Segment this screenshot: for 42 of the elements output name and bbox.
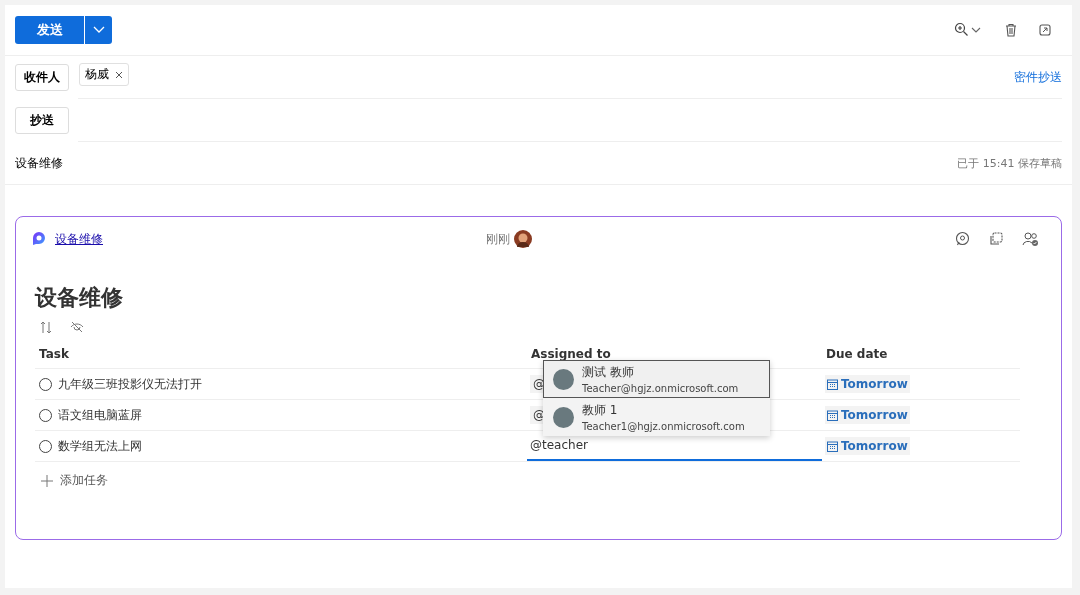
avatar-icon — [553, 406, 574, 428]
recipient-chip[interactable]: 杨威 — [79, 63, 129, 86]
avatar-icon — [513, 230, 532, 248]
sort-icon[interactable] — [40, 321, 52, 334]
due-date-chip[interactable]: Tomorrow — [825, 406, 910, 424]
task-text[interactable]: 数学组无法上网 — [58, 437, 142, 455]
calendar-icon — [827, 378, 838, 390]
cc-button[interactable]: 抄送 — [15, 106, 69, 134]
bcc-link[interactable]: 密件抄送 — [1014, 68, 1062, 86]
suggestion-item[interactable]: 测试 教师 Teacher@hgjz.onmicrosoft.com — [543, 360, 770, 398]
to-button[interactable]: 收件人 — [15, 63, 69, 91]
plus-icon — [41, 474, 53, 487]
calendar-icon — [827, 409, 838, 421]
due-date-chip[interactable]: Tomorrow — [825, 437, 910, 455]
calendar-icon — [827, 440, 838, 452]
suggestion-name: 测试 教师 — [582, 364, 635, 381]
send-button[interactable]: 发送 — [15, 16, 84, 44]
trash-icon[interactable] — [1004, 23, 1018, 37]
hide-icon[interactable] — [70, 321, 84, 333]
avatar-icon — [553, 368, 574, 390]
loop-logo-icon — [31, 231, 47, 247]
due-date-chip[interactable]: Tomorrow — [825, 375, 910, 393]
suggestion-email: Teacher1@hgjz.onmicrosoft.com — [582, 421, 745, 432]
save-status: 已于 15:41 保存草稿 — [957, 155, 1062, 171]
subject-field[interactable]: 设备维修 — [15, 154, 63, 172]
copy-icon[interactable] — [988, 231, 1004, 247]
list-title: 设备维修 — [35, 284, 124, 312]
edit-time: 刚刚 — [485, 230, 510, 248]
task-text[interactable]: 九年级三班投影仪无法打开 — [58, 375, 202, 393]
add-task-button[interactable]: 添加任务 — [35, 462, 114, 499]
suggestion-name: 教师 1 — [582, 402, 619, 419]
pop-out-icon[interactable] — [1038, 23, 1052, 37]
column-header: Task — [38, 347, 70, 361]
task-text[interactable]: 语文组电脑蓝屏 — [58, 406, 142, 424]
people-check-icon[interactable] — [1022, 231, 1039, 247]
column-header: Assigned to — [530, 347, 612, 361]
close-icon[interactable] — [115, 70, 123, 79]
chevron-down-icon — [92, 26, 105, 34]
comment-icon[interactable] — [954, 231, 970, 247]
suggestion-email: Teacher@hgjz.onmicrosoft.com — [582, 383, 739, 394]
column-header: Due date — [825, 347, 889, 361]
card-title-link[interactable]: 设备维修 — [55, 230, 103, 248]
